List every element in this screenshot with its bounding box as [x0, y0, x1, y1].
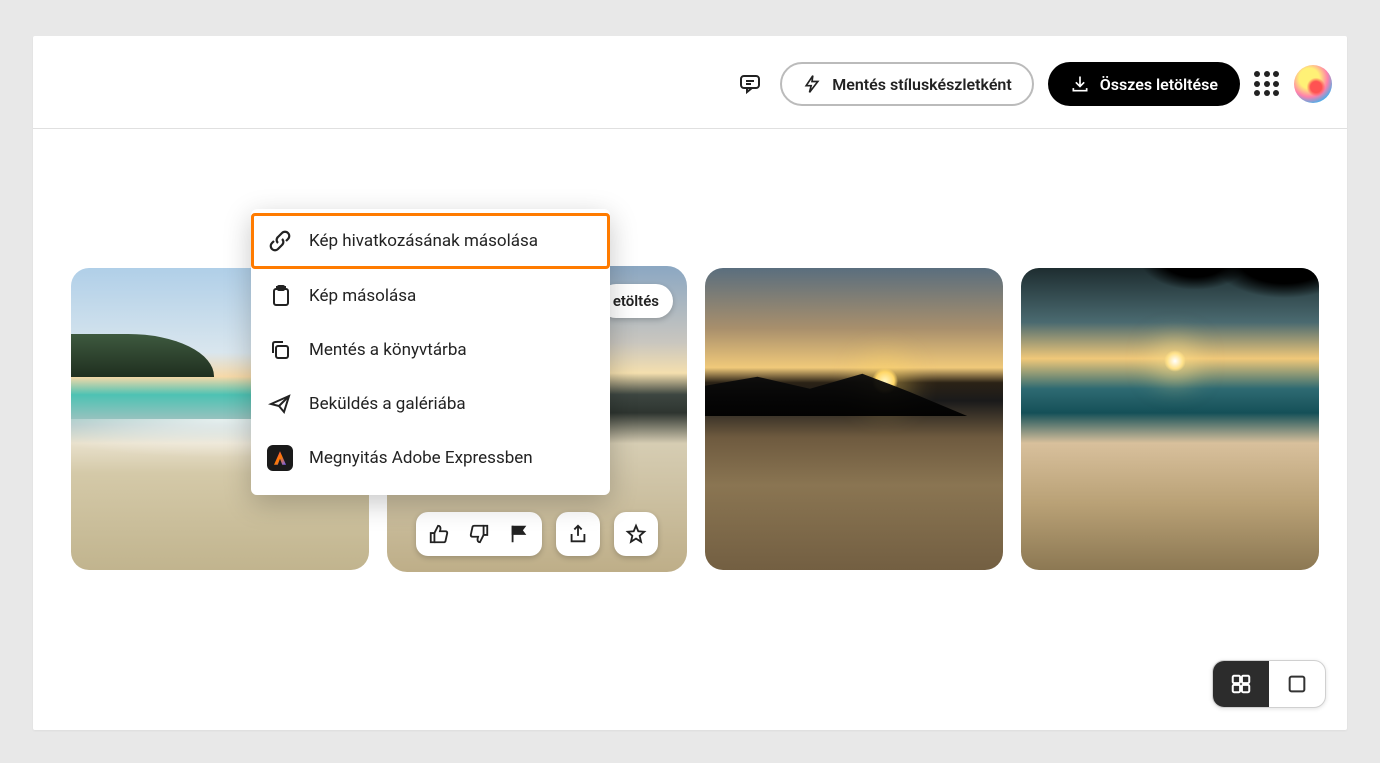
flag-icon[interactable]: [508, 523, 530, 545]
avatar[interactable]: [1294, 65, 1332, 103]
menu-item-label: Kép hivatkozásának másolása: [309, 231, 538, 251]
menu-item-label: Megnyitás Adobe Expressben: [309, 448, 533, 468]
share-button[interactable]: [556, 512, 600, 556]
copy-icon: [267, 337, 293, 363]
menu-open-express[interactable]: Megnyitás Adobe Expressben: [251, 431, 610, 485]
clipboard-icon: [267, 283, 293, 309]
rating-cluster: [416, 512, 542, 556]
menu-save-library[interactable]: Mentés a könyvtárba: [251, 323, 610, 377]
thumbs-down-icon[interactable]: [468, 523, 490, 545]
save-styleset-label: Mentés stíluskészletként: [832, 75, 1012, 94]
menu-item-label: Mentés a könyvtárba: [309, 340, 467, 360]
image-thumbnail[interactable]: [1021, 268, 1319, 570]
toolbar-divider: [33, 128, 1347, 129]
view-toggle: [1212, 660, 1326, 708]
top-toolbar: Mentés stíluskészletként Összes letöltés…: [738, 62, 1332, 106]
grid-view-button[interactable]: [1213, 661, 1269, 707]
menu-copy-link[interactable]: Kép hivatkozásának másolása: [251, 213, 610, 269]
feedback-icon[interactable]: [738, 72, 762, 96]
context-menu: Kép hivatkozásának másolása Kép másolása…: [251, 209, 610, 495]
image-thumbnail[interactable]: [705, 268, 1003, 570]
download-all-label: Összes letöltése: [1100, 75, 1218, 94]
save-styleset-button[interactable]: Mentés stíluskészletként: [780, 62, 1034, 106]
link-icon: [267, 228, 293, 254]
menu-copy-image[interactable]: Kép másolása: [251, 269, 610, 323]
thumbs-up-icon[interactable]: [428, 523, 450, 545]
app-switcher-icon[interactable]: [1254, 71, 1280, 97]
single-view-button[interactable]: [1269, 661, 1325, 707]
adobe-express-icon: [267, 445, 293, 471]
menu-submit-gallery[interactable]: Beküldés a galériába: [251, 377, 610, 431]
download-all-button[interactable]: Összes letöltése: [1048, 62, 1240, 106]
thumbnail-actions: [387, 512, 687, 556]
menu-item-label: Beküldés a galériába: [309, 394, 466, 414]
download-pill-label: etöltés: [613, 292, 659, 310]
send-icon: [267, 391, 293, 417]
favorite-button[interactable]: [614, 512, 658, 556]
menu-item-label: Kép másolása: [309, 286, 416, 306]
